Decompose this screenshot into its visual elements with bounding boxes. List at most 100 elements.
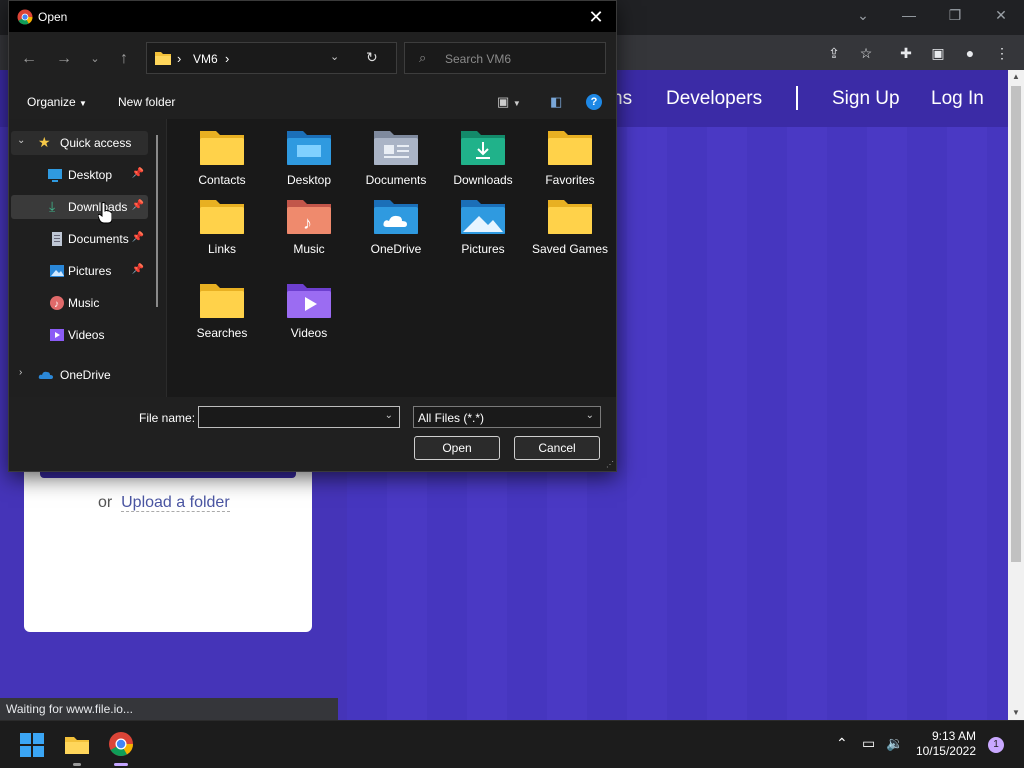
desktop-icon	[48, 169, 62, 182]
documents-folder-icon	[374, 131, 418, 165]
music-icon: ♪	[50, 296, 64, 310]
chrome-taskbar-icon[interactable]	[108, 731, 134, 757]
forward-arrow-icon[interactable]: →	[54, 49, 74, 69]
up-arrow-icon[interactable]: ↑	[114, 49, 134, 69]
scroll-down-icon[interactable]: ▼	[1008, 706, 1024, 720]
breadcrumb-vm6[interactable]: VM6	[193, 52, 218, 66]
search-icon: ⌕	[419, 50, 427, 65]
folder-favorites[interactable]: Favorites	[526, 119, 610, 199]
system-clock[interactable]: 9:13 AM 10/15/2022	[916, 729, 976, 759]
cancel-button[interactable]: Cancel	[514, 436, 600, 460]
nav-item-pictures[interactable]: Pictures 📌	[11, 259, 148, 283]
windows-start-icon[interactable]	[20, 733, 44, 757]
file-type-filter[interactable]: All Files (*.*) ⌄	[413, 406, 601, 428]
folder-music[interactable]: ♪ Music	[265, 188, 349, 268]
command-bar: Organize ▼ New folder ▣ ▼ ◧ ?	[9, 87, 616, 117]
folder-contacts[interactable]: Contacts	[178, 119, 262, 199]
menu-icon[interactable]: ⋮	[993, 44, 1011, 62]
organize-button[interactable]: Organize ▼	[27, 95, 87, 109]
music-folder-icon: ♪	[287, 200, 331, 234]
upload-card: or Upload a folder	[24, 470, 312, 632]
search-box[interactable]: ⌕ Search VM6	[404, 42, 606, 74]
expand-chevron-icon[interactable]: ⌄	[17, 135, 25, 146]
address-bar[interactable]: › VM6 › ⌄ ↻	[146, 42, 397, 74]
dialog-title: Open	[38, 10, 68, 24]
network-icon[interactable]: ▭	[862, 735, 875, 752]
breadcrumb-separator-trailing[interactable]: ›	[225, 51, 229, 66]
volume-icon[interactable]: 🔉	[886, 735, 903, 752]
folder-saved-games[interactable]: Saved Games	[526, 188, 610, 268]
upload-folder-link[interactable]: Upload a folder	[121, 494, 230, 512]
folder-downloads[interactable]: Downloads	[439, 119, 523, 199]
help-icon[interactable]: ?	[586, 94, 602, 110]
folder-label: Favorites	[545, 173, 595, 187]
filter-dropdown-icon[interactable]: ⌄	[586, 410, 594, 421]
folder-label: Documents	[365, 173, 427, 187]
bookmark-star-icon[interactable]: ☆	[857, 44, 875, 62]
pin-icon: 📌	[131, 168, 144, 179]
restore-button[interactable]: ❐	[940, 4, 970, 26]
folder-label: OneDrive	[370, 242, 422, 256]
collapse-chevron-icon[interactable]: ›	[19, 367, 22, 378]
minimize-button[interactable]: —	[894, 4, 924, 26]
tab-search-icon[interactable]: ⌄	[848, 4, 878, 26]
file-type-filter-value: All Files (*.*)	[418, 411, 485, 425]
folder-searches[interactable]: Searches	[178, 272, 262, 352]
file-name-input[interactable]: ⌄	[198, 406, 400, 428]
pin-icon: 📌	[131, 200, 144, 211]
nav-link-login[interactable]: Log In	[931, 88, 984, 110]
refresh-icon[interactable]: ↻	[366, 49, 378, 66]
nav-item-quick-access[interactable]: ⌄ ★ Quick access	[11, 131, 148, 155]
extensions-icon[interactable]: ✚	[897, 44, 915, 62]
nav-link-developers[interactable]: Developers	[666, 88, 762, 110]
onedrive-folder-icon	[374, 200, 418, 234]
share-icon[interactable]: ⇪	[825, 44, 843, 62]
folder-label: Searches	[196, 326, 248, 340]
nav-item-downloads[interactable]: ⤓ Downloads 📌	[11, 195, 148, 219]
nav-label-videos: Videos	[68, 328, 105, 342]
new-folder-button[interactable]: New folder	[118, 95, 175, 109]
nav-item-documents[interactable]: Documents 📌	[11, 227, 148, 251]
change-view-icon[interactable]: ▣ ▼	[497, 94, 521, 110]
folder-links[interactable]: Links	[178, 188, 262, 268]
resize-grip-icon[interactable]: ⋰	[606, 460, 614, 469]
open-button[interactable]: Open	[414, 436, 500, 460]
address-dropdown-icon[interactable]: ⌄	[330, 50, 339, 63]
folder-pictures[interactable]: Pictures	[439, 188, 523, 268]
file-explorer-icon[interactable]	[64, 731, 90, 757]
file-name-dropdown-icon[interactable]: ⌄	[385, 410, 393, 421]
scroll-thumb[interactable]	[1011, 86, 1021, 562]
page-scrollbar[interactable]: ▲ ▼	[1008, 70, 1024, 720]
upload-or-text: or	[98, 494, 113, 511]
folder-documents[interactable]: Documents	[352, 119, 436, 199]
nav-item-music[interactable]: ♪ Music	[11, 291, 148, 315]
sidepanel-icon[interactable]: ▣	[929, 44, 947, 62]
profile-icon[interactable]: ●	[961, 44, 979, 62]
close-window-button[interactable]: ✕	[986, 4, 1016, 26]
search-placeholder: Search VM6	[445, 52, 512, 66]
back-arrow-icon[interactable]: ←	[19, 49, 39, 69]
nav-pane-scrollbar[interactable]	[156, 135, 158, 307]
clock-time: 9:13 AM	[931, 729, 976, 743]
nav-link-signup[interactable]: Sign Up	[832, 88, 900, 110]
preview-pane-icon[interactable]: ◧	[550, 94, 562, 110]
folder-videos[interactable]: Videos	[265, 272, 349, 352]
nav-label-pictures: Pictures	[68, 264, 112, 278]
nav-divider	[796, 86, 798, 110]
folder-desktop[interactable]: Desktop	[265, 119, 349, 199]
scroll-up-icon[interactable]: ▲	[1008, 70, 1024, 84]
nav-item-videos[interactable]: Videos	[11, 323, 148, 347]
dialog-close-button[interactable]: ✕	[584, 5, 608, 29]
pictures-icon	[50, 265, 64, 277]
folder-onedrive[interactable]: OneDrive	[352, 188, 436, 268]
recent-locations-icon[interactable]: ⌄	[85, 49, 105, 69]
nav-item-onedrive[interactable]: › OneDrive	[11, 363, 148, 387]
folder-icon	[200, 284, 244, 318]
tray-chevron-icon[interactable]: ⌃	[836, 735, 848, 752]
breadcrumb-separator[interactable]: ›	[177, 51, 181, 66]
folder-label: Videos	[290, 326, 328, 340]
desktop-folder-icon	[287, 131, 331, 165]
notification-badge[interactable]: 1	[988, 737, 1004, 753]
nav-item-desktop[interactable]: Desktop 📌	[11, 163, 148, 187]
folder-label: Links	[207, 242, 236, 256]
